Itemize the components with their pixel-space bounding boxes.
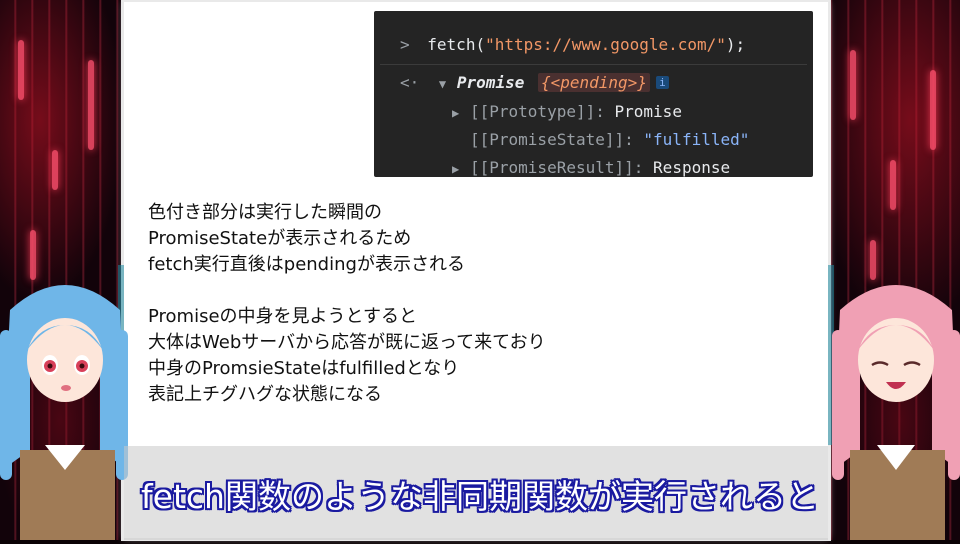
light-streak <box>850 50 856 120</box>
prop-prototype[interactable]: ▶ [[Prototype]]: Promise <box>452 102 682 121</box>
code-url-string: "https://www.google.com/" <box>485 35 726 54</box>
light-streak <box>88 60 94 150</box>
prop-value: Response <box>653 158 731 177</box>
expand-triangle-icon[interactable]: ▶ <box>452 106 470 120</box>
promise-type: Promise <box>456 73 525 92</box>
prop-name: [[PromiseResult]] <box>470 158 634 177</box>
light-streak <box>18 40 24 100</box>
light-streak <box>930 70 936 150</box>
prop-name: [[Prototype]] <box>470 102 596 121</box>
text-line: Promiseの中身を見ようとすると <box>148 306 418 327</box>
console-separator <box>380 64 807 65</box>
prop-value: "fulfilled" <box>643 130 750 149</box>
prop-promise-result[interactable]: ▶ [[PromiseResult]]: Response <box>452 158 730 177</box>
text-line: 大体はWebサーバから応答が既に返って来ており <box>148 332 546 353</box>
text-line: 中身のPromsieStateはfulfilledとなり <box>148 358 460 379</box>
text-line: 表記上チグハグな状態になる <box>148 384 382 405</box>
console-input-line: > fetch("https://www.google.com/"); <box>400 35 745 54</box>
text-line: fetch実行直後はpendingが表示される <box>148 254 465 275</box>
info-icon[interactable]: i <box>655 76 669 89</box>
prop-colon: : <box>595 102 605 121</box>
expand-triangle-icon[interactable]: ▼ <box>439 77 457 91</box>
devtools-console: > fetch("https://www.google.com/"); <· ▼… <box>374 11 813 177</box>
text-line: 色付き部分は実行した瞬間の <box>148 202 382 223</box>
prop-value: Promise <box>614 102 682 121</box>
prompt-chevron: > <box>400 35 410 54</box>
text-line: PromiseStateが表示されるため <box>148 228 412 249</box>
explanation-text: 色付き部分は実行した瞬間の PromiseStateが表示されるため fetch… <box>148 200 546 408</box>
prop-colon: : <box>633 158 644 177</box>
light-streak <box>52 150 58 190</box>
prop-promise-state: [[PromiseState]]: "fulfilled" <box>470 130 749 149</box>
prop-colon: : <box>624 130 634 149</box>
prop-name: [[PromiseState]] <box>470 130 625 149</box>
subtitle-caption: fetch関数のような非同期関数が実行されると <box>141 477 819 516</box>
result-prompt: <· <box>400 73 420 92</box>
pending-state: {<pending>} <box>537 73 650 92</box>
light-streak <box>890 160 896 210</box>
console-result-line: <· ▼ Promise {<pending>} i <box>400 73 669 92</box>
code-prefix: fetch( <box>427 35 486 54</box>
code-suffix: ); <box>725 35 746 54</box>
expand-triangle-icon[interactable]: ▶ <box>452 162 470 176</box>
